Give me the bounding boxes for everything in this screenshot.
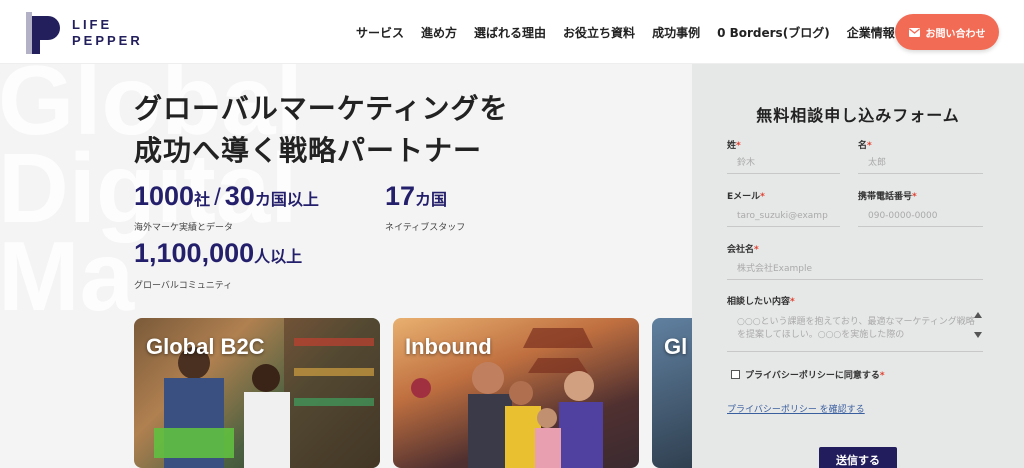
stat-caption: 海外マーケ実績とデータ (134, 223, 234, 233)
logo-text-line1: LIFE (72, 17, 113, 32)
nav-item-services[interactable]: サービス (356, 24, 404, 41)
logo-text-line2: PEPPER (72, 33, 143, 48)
stat-caption: グローバルコミュニティ (134, 281, 233, 291)
nav-item-reasons[interactable]: 選ばれる理由 (474, 24, 546, 41)
contact-button[interactable]: お問い合わせ (895, 14, 999, 50)
nav-item-process[interactable]: 進め方 (421, 24, 457, 41)
nav-item-company[interactable]: 企業情報 (847, 24, 895, 41)
card-title: Inbound (405, 334, 492, 359)
inquiry-textarea[interactable]: ○○○という課題を抱えており、最適なマーケティング戦略を提案してほしい。○○○を… (727, 310, 983, 352)
privacy-policy-link[interactable]: プライバシーポリシー を確認する (727, 402, 865, 415)
mail-icon (908, 27, 920, 37)
main-nav: サービス 進め方 選ばれる理由 お役立ち資料 成功事例 0 Borders(ブロ… (356, 0, 895, 64)
email-input[interactable]: taro_suzuki@examp (727, 205, 840, 227)
logo[interactable]: LIFE PEPPER (24, 12, 143, 54)
card-title: Gl (664, 334, 688, 359)
hero-section: Global Digital Ma グローバルマーケティングを 成功へ導く戦略パ… (0, 64, 692, 468)
card-inbound[interactable]: Inbound (393, 318, 639, 468)
privacy-checkbox[interactable] (731, 370, 740, 379)
stat-companies-countries: 1000社/30カ国以上 (134, 181, 319, 211)
first-name-input[interactable]: 太郎 (858, 152, 983, 174)
company-label: 会社名* (727, 245, 759, 255)
nav-item-blog[interactable]: 0 Borders(ブログ) (717, 24, 830, 41)
textarea-scrollbar[interactable] (972, 308, 984, 352)
stat-community: 1,100,000人以上 (134, 238, 303, 268)
submit-button[interactable]: 送信する (819, 447, 897, 468)
phone-label: 携帯電話番号* (858, 192, 917, 202)
site-header: LIFE PEPPER サービス 進め方 選ばれる理由 お役立ち資料 成功事例 … (0, 0, 1024, 64)
last-name-input[interactable]: 鈴木 (727, 152, 840, 174)
first-name-label: 名* (858, 141, 872, 151)
scroll-up-icon[interactable] (974, 312, 982, 318)
nav-item-resources[interactable]: お役立ち資料 (563, 24, 635, 41)
nav-item-cases[interactable]: 成功事例 (652, 24, 700, 41)
card-partial[interactable]: Gl (652, 318, 692, 468)
last-name-label: 姓* (727, 141, 741, 151)
scroll-down-icon[interactable] (974, 332, 982, 338)
card-global-b2c[interactable]: Global B2C (134, 318, 380, 468)
company-input[interactable]: 株式会社Example (727, 258, 983, 280)
email-label: Eメール* (727, 192, 765, 202)
hero-headline: グローバルマーケティングを 成功へ導く戦略パートナー (134, 92, 509, 167)
phone-input[interactable]: 090-0000-0000 (858, 205, 983, 227)
privacy-checkbox-label: プライバシーポリシーに同意する* (745, 371, 885, 381)
card-title: Global B2C (146, 334, 265, 359)
inquiry-label: 相談したい内容* (727, 297, 795, 307)
stat-native-staff: 17カ国 (385, 181, 448, 211)
stat-caption: ネイティブスタッフ (385, 223, 466, 233)
form-title: 無料相談申し込みフォーム (756, 106, 960, 125)
privacy-consent: プライバシーポリシーに同意する* (731, 368, 885, 381)
contact-button-label: お問い合わせ (925, 28, 986, 40)
logo-mark-icon (26, 12, 60, 54)
